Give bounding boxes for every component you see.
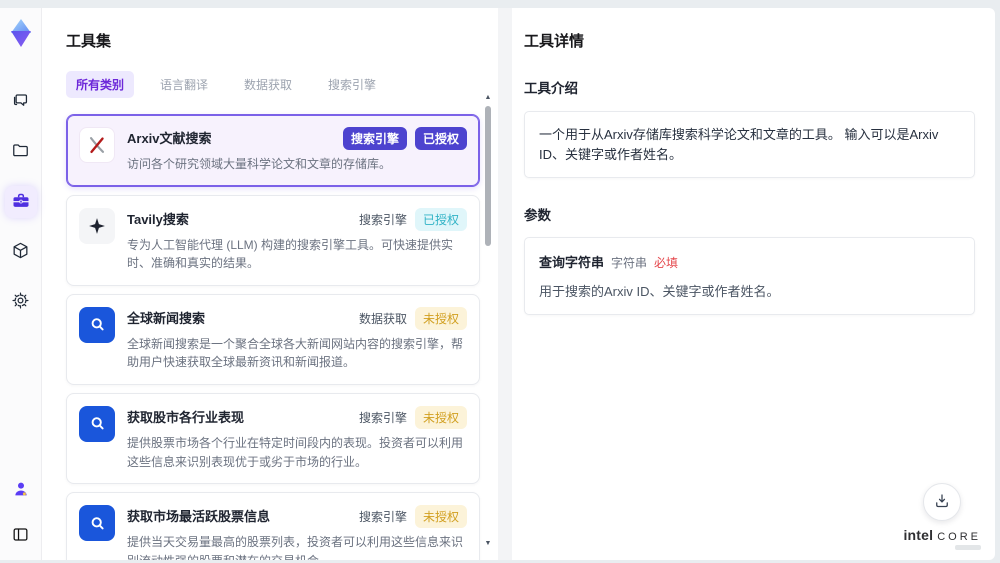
parameter-header: 查询字符串 字符串 必填 xyxy=(539,252,960,271)
sidebar-item-collapse-panel[interactable] xyxy=(5,520,37,552)
tool-auth-badge: 未授权 xyxy=(414,405,467,429)
scrollbar-thumb[interactable] xyxy=(485,106,491,246)
sidebar-item-account[interactable] xyxy=(5,474,37,506)
sidebar-bottom xyxy=(5,474,37,552)
tool-title: Tavily搜索 xyxy=(127,211,189,227)
tool-desc: 专为人工智能代理 (LLM) 构建的搜索引擎工具。可快速提供实时、准确和真实的结… xyxy=(127,237,454,271)
cube-icon xyxy=(11,241,30,263)
chat-icon xyxy=(11,91,30,113)
download-icon xyxy=(933,492,951,513)
app-window: 工具集 所有类别 语言翻译 数据获取 搜索引擎 Arxiv文献搜索 搜索引擎 已授权 … xyxy=(0,8,995,560)
tool-desc: 全球新闻搜索是一个聚合全球各大新闻网站内容的搜索引擎，帮助用户快速获取全球最新资… xyxy=(127,336,464,370)
brand-subtext-placeholder xyxy=(955,545,981,550)
tool-detail-panel: 工具详情 工具介绍 一个用于从Arxiv存储库搜索科学论文和文章的工具。 输入可… xyxy=(512,8,995,560)
tool-title: 全球新闻搜索 xyxy=(127,310,206,326)
parameter-required-badge: 必填 xyxy=(654,256,679,270)
params-heading: 参数 xyxy=(524,208,551,223)
scroll-up-icon[interactable]: ▲ xyxy=(485,94,492,102)
category-tabs: 所有类别 语言翻译 数据获取 搜索引擎 xyxy=(66,71,480,98)
sidebar-item-chat[interactable] xyxy=(5,86,37,118)
tab-category-2[interactable]: 数据获取 xyxy=(234,71,302,98)
tool-category-badge: 搜索引擎 xyxy=(358,510,407,525)
tool-list-panel: 工具集 所有类别 语言翻译 数据获取 搜索引擎 Arxiv文献搜索 搜索引擎 已授权 … xyxy=(42,8,498,560)
tool-card[interactable]: 获取市场最活跃股票信息 搜索引擎 未授权 提供当天交易量最高的股票列表，投资者可… xyxy=(66,492,480,560)
intel-core-logo: intel core xyxy=(903,527,981,543)
tool-desc: 提供股票市场各个行业在特定时间段内的表现。投资者可以利用这些信息来识别表现优于或… xyxy=(127,435,464,469)
app-logo-icon xyxy=(8,18,34,48)
search-blue-icon xyxy=(79,505,115,542)
intro-heading: 工具介绍 xyxy=(524,81,578,96)
panel-divider xyxy=(498,8,512,560)
tool-intro-text: 一个用于从Arxiv存储库搜索科学论文和文章的工具。 输入可以是Arxiv ID… xyxy=(539,127,939,162)
download-button[interactable] xyxy=(923,483,962,521)
parameter-card: 查询字符串 字符串 必填 用于搜索的Arxiv ID、关键字或作者姓名。 xyxy=(524,237,975,315)
intel-wordmark: intel xyxy=(903,527,934,543)
tool-auth-badge: 未授权 xyxy=(414,505,467,529)
tool-desc: 提供当天交易量最高的股票列表，投资者可以利用这些信息来识别流动性强的股票和潜在的… xyxy=(127,535,464,560)
search-blue-icon xyxy=(79,405,115,442)
tool-category-badge: 搜索引擎 xyxy=(358,212,407,227)
list-scrollbar[interactable]: ▲ ▼ xyxy=(483,94,493,548)
sidebar-item-toolbox[interactable] xyxy=(4,186,37,218)
sidebar-item-folder[interactable] xyxy=(5,136,37,168)
tab-category-0[interactable]: 所有类别 xyxy=(66,71,135,98)
core-wordmark: core xyxy=(937,531,981,543)
tool-category-badge: 搜索引擎 xyxy=(342,127,407,150)
tool-title: 获取市场最活跃股票信息 xyxy=(127,509,271,525)
parameter-name: 查询字符串 xyxy=(539,255,605,270)
detail-title: 工具详情 xyxy=(524,33,585,50)
arxiv-logo-icon xyxy=(79,127,115,163)
sidebar-item-package[interactable] xyxy=(5,236,37,268)
footer-area: intel core xyxy=(903,483,981,550)
user-icon xyxy=(12,480,30,501)
tool-auth-badge: 已授权 xyxy=(414,127,467,150)
sparkle-icon xyxy=(79,207,115,244)
scrollbar-track[interactable] xyxy=(484,102,492,540)
tool-auth-badge: 未授权 xyxy=(414,306,467,330)
tool-desc: 访问各个研究领域大量科学论文和文章的存储库。 xyxy=(127,157,392,171)
tool-list: Arxiv文献搜索 搜索引擎 已授权 访问各个研究领域大量科学论文和文章的存储库… xyxy=(66,114,480,560)
tab-category-3[interactable]: 搜索引擎 xyxy=(318,71,386,98)
page-title: 工具集 xyxy=(66,33,112,50)
tool-title: Arxiv文献搜索 xyxy=(127,131,212,146)
folder-icon xyxy=(11,141,30,163)
tool-card[interactable]: Tavily搜索 搜索引擎 已授权 专为人工智能代理 (LLM) 构建的搜索引擎… xyxy=(66,194,480,286)
parameter-type: 字符串 xyxy=(611,256,648,270)
tool-auth-badge: 已授权 xyxy=(414,207,467,231)
tool-intro-box: 一个用于从Arxiv存储库搜索科学论文和文章的工具。 输入可以是Arxiv ID… xyxy=(524,111,975,178)
gear-icon xyxy=(11,291,30,313)
sidebar-item-settings[interactable] xyxy=(5,286,37,318)
tool-card[interactable]: 全球新闻搜索 数据获取 未授权 全球新闻搜索是一个聚合全球各大新闻网站内容的搜索… xyxy=(66,293,480,385)
search-blue-icon xyxy=(79,306,115,343)
scroll-down-icon[interactable]: ▼ xyxy=(485,540,492,548)
briefcase-icon xyxy=(11,191,31,214)
panel-toggle-icon xyxy=(11,525,30,547)
tab-category-1[interactable]: 语言翻译 xyxy=(150,71,218,98)
tool-title: 获取股市各行业表现 xyxy=(127,409,245,425)
tool-card[interactable]: 获取股市各行业表现 搜索引擎 未授权 提供股票市场各个行业在特定时间段内的表现。… xyxy=(66,392,480,485)
parameter-desc: 用于搜索的Arxiv ID、关键字或作者姓名。 xyxy=(539,284,780,299)
sidebar xyxy=(0,8,42,560)
tool-category-badge: 数据获取 xyxy=(358,311,407,326)
tool-card[interactable]: Arxiv文献搜索 搜索引擎 已授权 访问各个研究领域大量科学论文和文章的存储库… xyxy=(66,114,480,187)
sidebar-nav xyxy=(4,86,37,318)
tool-category-badge: 搜索引擎 xyxy=(358,410,407,425)
page-frame: 工具集 所有类别 语言翻译 数据获取 搜索引擎 Arxiv文献搜索 搜索引擎 已授权 … xyxy=(0,0,1000,563)
